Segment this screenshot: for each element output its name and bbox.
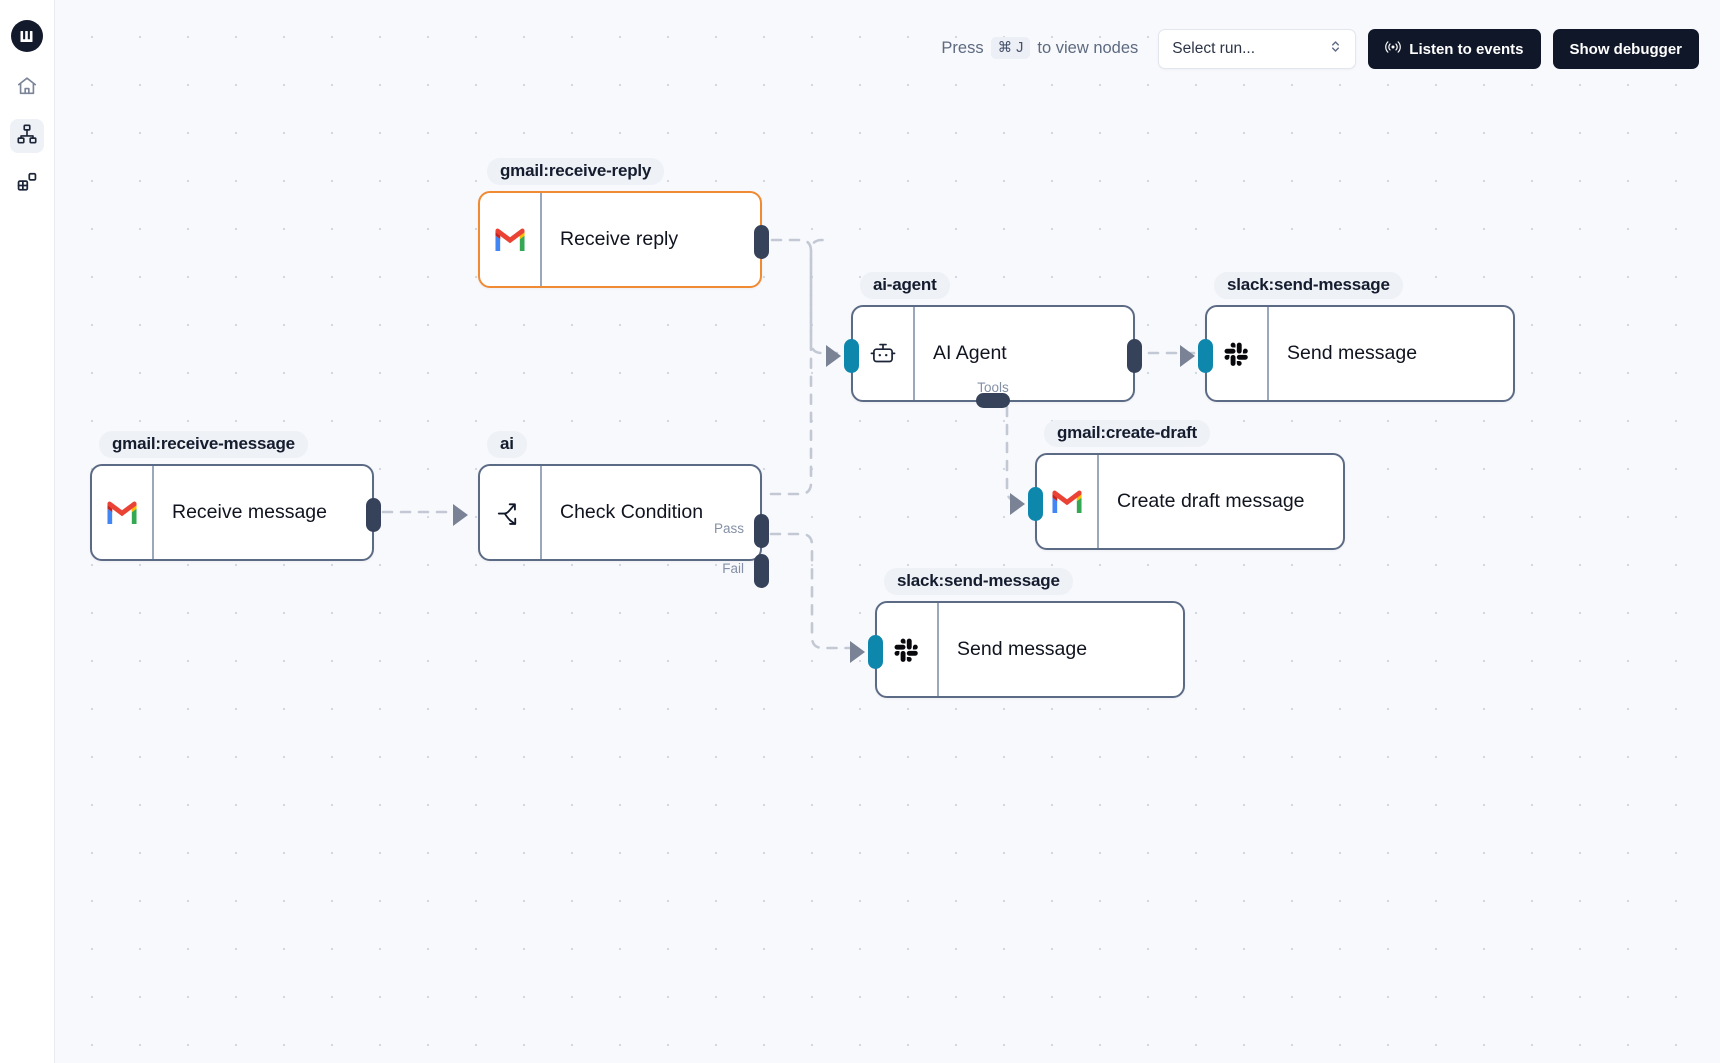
node-body[interactable]: Receive message (90, 464, 381, 561)
input-port[interactable] (1198, 339, 1213, 373)
home-icon (16, 75, 38, 102)
node-label: Create draft message (1117, 490, 1305, 512)
edge-arrowhead-icon (826, 345, 841, 367)
edge-arrowhead-icon (850, 641, 865, 663)
node-label: Receive reply (560, 228, 679, 250)
gmail-icon (480, 193, 542, 286)
node-body[interactable]: Check Condition Pass Fail (453, 464, 769, 588)
select-run-dropdown[interactable]: Select run... (1158, 29, 1357, 69)
broadcast-icon (1385, 39, 1402, 59)
select-run-value: Select run... (1172, 40, 1256, 57)
node-label: Check Condition (560, 501, 704, 523)
slack-icon (1207, 307, 1269, 400)
gmail-icon (92, 466, 154, 559)
hint-prefix: Press (941, 38, 984, 57)
fail-output-port[interactable] (754, 554, 769, 588)
slack-icon (877, 603, 939, 696)
node-tag: ai (487, 431, 527, 458)
show-debugger-button[interactable]: Show debugger (1552, 29, 1699, 69)
fail-port-label: Fail (722, 561, 744, 576)
branch-arrow-icon (480, 466, 542, 559)
workflow-canvas[interactable]: Press ⌘ J to view nodes Select run... Li… (55, 0, 1720, 1063)
pass-output-port[interactable] (754, 514, 769, 548)
keyboard-hint: Press ⌘ J to view nodes (941, 29, 1138, 67)
robot-icon (853, 307, 915, 400)
tools-output-port[interactable] (976, 393, 1010, 408)
chevron-updown-icon (1329, 39, 1342, 59)
node-gmail-create-draft[interactable]: gmail:create-draft Create draft message (1010, 420, 1345, 550)
node-gmail-receive-message[interactable]: gmail:receive-message Receive message (90, 431, 381, 561)
blocks-icon (16, 171, 38, 198)
pass-port-label: Pass (713, 521, 744, 536)
node-gmail-receive-reply[interactable]: gmail:receive-reply Receive reply (478, 158, 769, 288)
edge-arrowhead-icon (1010, 493, 1025, 515)
node-tag: gmail:receive-message (99, 431, 308, 458)
input-port[interactable] (868, 635, 883, 669)
node-label: AI Agent (933, 342, 1007, 364)
workflow-logo[interactable] (11, 20, 43, 52)
gmail-icon (1037, 455, 1099, 548)
node-tag: slack:send-message (1214, 272, 1403, 299)
hint-suffix: to view nodes (1037, 38, 1139, 57)
node-label: Receive message (172, 501, 327, 523)
input-port[interactable] (1028, 487, 1043, 521)
node-body[interactable]: Send message (1180, 305, 1515, 402)
sitemap-icon (16, 123, 38, 150)
node-slack-send-message-top[interactable]: slack:send-message Send message (1180, 272, 1515, 402)
output-port[interactable] (754, 225, 769, 259)
sidebar-item-blocks[interactable] (10, 167, 44, 201)
node-tag: gmail:create-draft (1044, 420, 1210, 447)
node-tag: slack:send-message (884, 568, 1073, 595)
node-ai-agent[interactable]: ai-agent AI Agent Tools (826, 272, 1142, 408)
listen-to-events-button[interactable]: Listen to events (1368, 29, 1541, 69)
input-port[interactable] (844, 339, 859, 373)
left-rail (0, 0, 55, 1063)
node-body[interactable]: AI Agent Tools (826, 305, 1142, 408)
node-check-condition[interactable]: ai Check Condition Pass Fail (453, 431, 769, 588)
edge-arrowhead-icon (1180, 345, 1195, 367)
listen-to-events-label: Listen to events (1409, 40, 1524, 58)
node-body[interactable]: Send message (850, 601, 1185, 698)
node-tag: ai-agent (860, 272, 950, 299)
output-port[interactable] (1127, 339, 1142, 373)
node-tag: gmail:receive-reply (487, 158, 665, 185)
hint-shortcut-key: ⌘ J (990, 36, 1031, 60)
sidebar-item-workflows[interactable] (10, 119, 44, 153)
node-body[interactable]: Receive reply (478, 191, 769, 288)
show-debugger-label: Show debugger (1569, 40, 1683, 58)
sidebar-item-home[interactable] (10, 71, 44, 105)
edge-arrowhead-icon (453, 504, 468, 526)
node-slack-send-message-bottom[interactable]: slack:send-message Send message (850, 568, 1185, 698)
node-label: Send message (957, 638, 1088, 660)
node-body[interactable]: Create draft message (1010, 453, 1345, 550)
top-toolbar: Press ⌘ J to view nodes Select run... Li… (55, 0, 1720, 92)
node-label: Send message (1287, 342, 1418, 364)
output-port[interactable] (366, 498, 381, 532)
